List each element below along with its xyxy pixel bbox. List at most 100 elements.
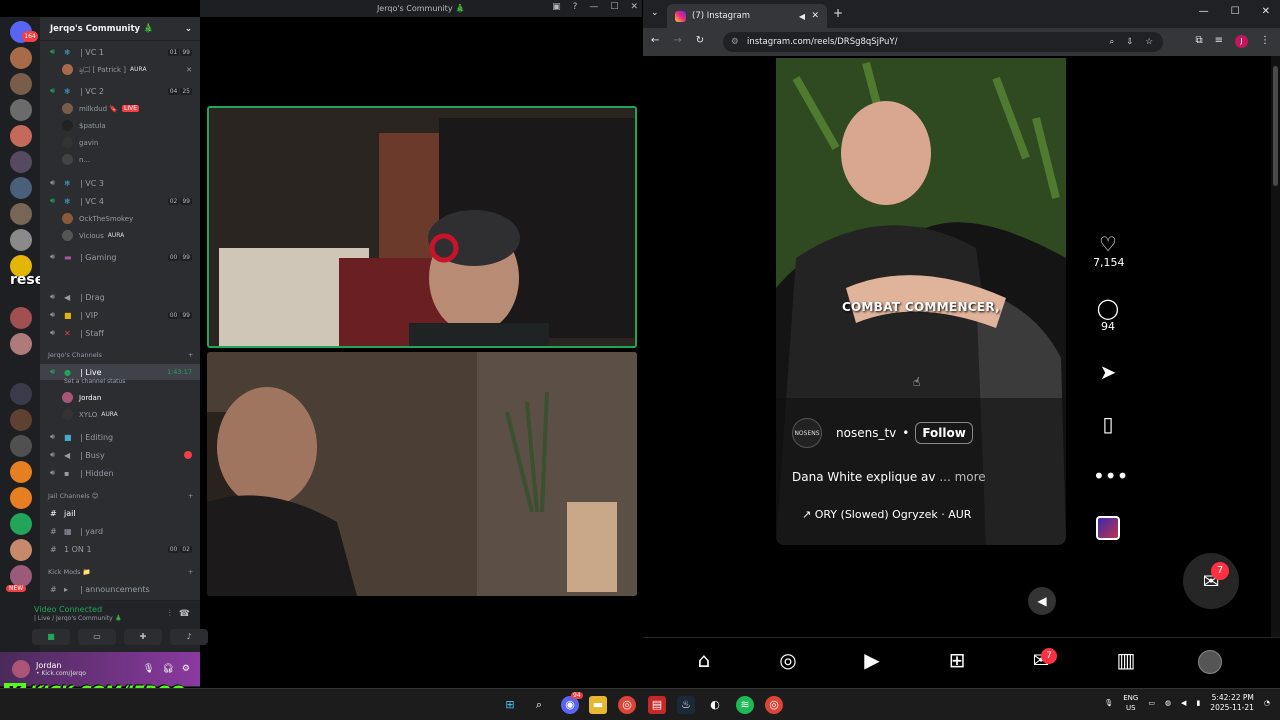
server-icon[interactable] [10, 409, 32, 431]
author-avatar[interactable]: NOSENS [792, 418, 822, 448]
camera-button[interactable]: ■ [32, 629, 70, 645]
server-icon[interactable] [10, 47, 32, 69]
voice-channel[interactable]: 🔊︎ ❄ | VC 2 04 25 [40, 83, 200, 99]
bookmark-icon[interactable]: ▯ [1093, 412, 1123, 436]
menu-icon[interactable]: ⋮ [1260, 35, 1270, 48]
display-icon[interactable]: ▭ [1148, 699, 1155, 707]
voice-channel[interactable]: #1 ON 1 00 02 [40, 541, 200, 557]
back-icon[interactable]: ← [651, 35, 659, 46]
more-icon[interactable]: ••• [1093, 464, 1128, 488]
reel-audio[interactable]: ↗ ORY (Slowed) Ogryzek · AUR [802, 508, 971, 521]
server-icon[interactable] [10, 435, 32, 457]
search-icon[interactable]: ⌕ [530, 696, 548, 714]
voice-channel[interactable]: 🔊︎ ■ | VIP 00 99 [40, 307, 200, 323]
channel-status[interactable]: Set a channel status [64, 378, 125, 385]
audio-thumbnail[interactable] [1096, 516, 1120, 540]
voice-channel[interactable]: 🔊︎ ◀ | Drag [40, 289, 200, 305]
comment-icon[interactable]: ◯ [1093, 296, 1123, 320]
chrome-icon[interactable]: ◎ [765, 696, 783, 714]
reload-icon[interactable]: ↻ [696, 35, 704, 46]
profile-avatar[interactable] [1198, 650, 1222, 674]
obs-icon[interactable]: ◐ [706, 696, 724, 714]
reels-icon[interactable]: ▶ [857, 648, 887, 672]
site-info-icon[interactable]: ⚙ [731, 32, 739, 52]
send-icon[interactable]: ➤ [1093, 360, 1123, 384]
close-button[interactable]: ✕ [1262, 6, 1270, 17]
notifications-icon[interactable]: ◔ [1264, 699, 1270, 707]
mic-icon[interactable]: 🎙︎ [143, 664, 154, 674]
inbox-icon[interactable]: ▣ [552, 2, 561, 12]
voice-channel[interactable]: 🔊︎ ❄ | VC 1 01 99 [40, 44, 200, 60]
server-icon[interactable] [10, 99, 32, 121]
forward-icon[interactable]: → [673, 35, 681, 46]
category-header[interactable]: Kick Mods 📁 + [48, 568, 193, 576]
more-action[interactable]: ••• [1093, 464, 1128, 488]
text-channel[interactable]: # jail [40, 505, 200, 521]
voice-user[interactable]: gavin [62, 135, 200, 150]
headset-icon[interactable]: 🎧︎ [162, 664, 173, 674]
voice-channel[interactable]: 🔊︎ ▪ | Hidden [40, 465, 200, 481]
minimize-button[interactable]: — [589, 2, 598, 12]
server-icon[interactable] [10, 539, 32, 561]
voice-channel[interactable]: 🔊︎ ✕ | Staff [40, 325, 200, 341]
media-icon[interactable]: ≡ [1215, 35, 1223, 48]
voice-user[interactable]: ৡ㈡ [ Patrick ] AURA ✕ [62, 62, 200, 77]
server-icon[interactable] [10, 565, 32, 587]
author-username[interactable]: nosens_tv [836, 426, 896, 440]
language-indicator[interactable]: ENG US [1123, 693, 1138, 713]
network-icon[interactable]: ◍ [1165, 699, 1171, 707]
gear-icon[interactable]: ⚙ [182, 664, 190, 674]
maximize-button[interactable]: ☐ [610, 2, 618, 12]
maximize-button[interactable]: ☐ [1231, 6, 1240, 17]
server-icon[interactable] [10, 333, 32, 355]
chrome-icon[interactable]: ◎ [618, 696, 636, 714]
voice-user[interactable]: XYLO AURA [62, 407, 200, 422]
voice-channel[interactable]: 🔊︎ ▬ | Gaming 00 99 [40, 249, 200, 265]
voice-channel[interactable]: 🔊︎ ◀ | Busy [40, 447, 200, 463]
disconnect-icon[interactable]: ☎ [179, 609, 190, 619]
server-icon[interactable] [10, 307, 32, 329]
screenshare-button[interactable]: ▭ [78, 629, 116, 645]
text-channel[interactable]: # ▦ | yard [40, 523, 200, 539]
create-icon[interactable]: ⊞ [942, 648, 972, 672]
server-icon[interactable] [10, 383, 32, 405]
voice-channel[interactable]: 🔊︎ ❄ | VC 4 02 99 [40, 193, 200, 209]
noise-icon[interactable]: ⫶ [169, 609, 171, 619]
voice-user[interactable]: n... [62, 152, 200, 167]
video-tile-2[interactable] [207, 352, 637, 596]
video-tile-1[interactable] [207, 106, 637, 348]
avatar[interactable] [12, 660, 30, 678]
insights-icon[interactable]: ▥ [1111, 648, 1141, 672]
voice-user[interactable]: Jordan [62, 390, 200, 405]
scrollbar-thumb[interactable] [1273, 66, 1278, 186]
reel-video[interactable]: COMBAT COMMENCER, NOSENS nosens_tv • Fol… [776, 58, 1066, 545]
close-tab-icon[interactable]: ✕ [811, 11, 819, 21]
text-channel[interactable]: # ▸ | announcements [40, 581, 200, 597]
speaker-icon[interactable]: ◀︎ [799, 12, 805, 21]
clock[interactable]: 5:42:22 PM 2025-11-21 [1210, 693, 1254, 713]
install-icon[interactable]: ⇩ [1126, 32, 1133, 52]
spotify-icon[interactable]: ≋ [736, 696, 754, 714]
bookmark-star-icon[interactable]: ☆ [1145, 32, 1153, 52]
chevron-down-icon[interactable]: ⌄ [185, 24, 192, 34]
server-icon[interactable] [10, 513, 32, 535]
category-header[interactable]: Jail Channels 😊 + [48, 492, 193, 500]
follow-button[interactable]: Follow [915, 422, 973, 444]
category-header[interactable]: Jerqo's Channels + [48, 351, 193, 359]
server-icon[interactable] [10, 229, 32, 251]
start-icon[interactable]: ⊞ [501, 696, 519, 714]
battery-icon[interactable]: ▮ [1196, 699, 1200, 707]
like-action[interactable]: ♡ 7,154 [1093, 232, 1125, 269]
zoom-icon[interactable]: ⌕ [1109, 32, 1114, 52]
server-icon[interactable] [10, 461, 32, 483]
steam-icon[interactable]: ♨ [677, 696, 695, 714]
voice-user[interactable]: OckTheSmokey [62, 211, 200, 226]
voice-user[interactable]: Vicious AURA [62, 228, 200, 243]
share-action[interactable]: ➤ [1093, 360, 1123, 384]
minimize-button[interactable]: — [1199, 6, 1209, 17]
help-icon[interactable]: ? [573, 2, 578, 12]
add-channel-icon[interactable]: + [188, 568, 193, 576]
voice-location[interactable]: | Live / Jerqo's Community 🎄 [34, 615, 122, 622]
add-channel-icon[interactable]: + [188, 351, 193, 359]
extensions-icon[interactable]: ⧉ [1195, 35, 1202, 48]
